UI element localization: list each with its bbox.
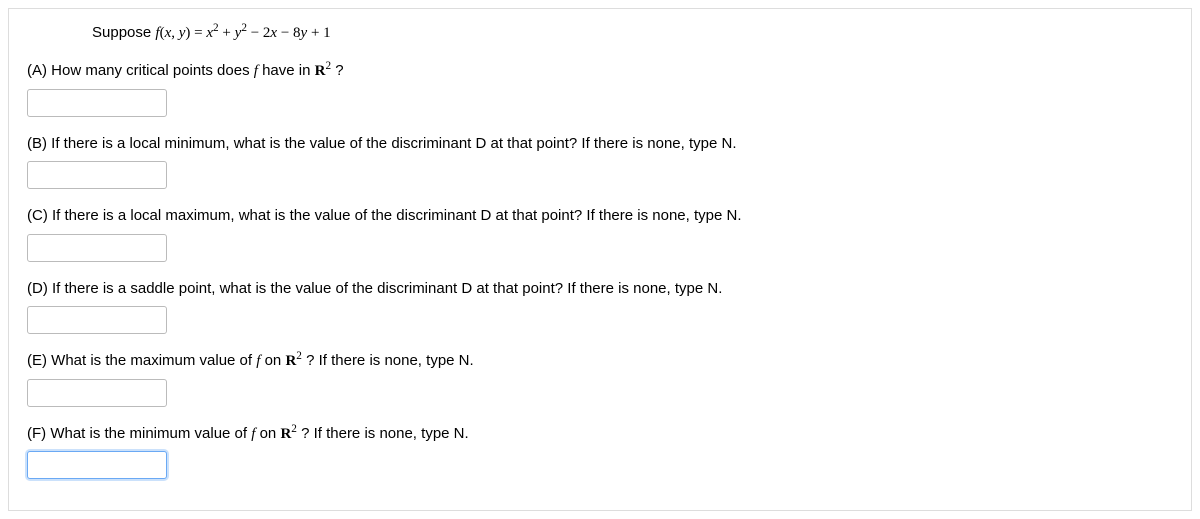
q-e-label: (E) What is the maximum value of [27,352,256,369]
q-e-end: ? If there is none, type N. [302,352,474,369]
question-b-text: (B) If there is a local minimum, what is… [27,133,1173,156]
question-a-text: (A) How many critical points does f have… [27,60,1173,83]
q-a-mid: have in [258,62,315,79]
plus1: + [219,25,235,41]
answer-input-e[interactable] [27,379,167,407]
answer-input-c[interactable] [27,234,167,262]
minus2: − 8 [277,25,300,41]
question-e: (E) What is the maximum value of f on R2… [27,350,1173,407]
q-e-R: R [285,353,296,369]
q-f-end: ? If there is none, type N. [297,425,469,442]
answer-input-a[interactable] [27,89,167,117]
plus2: + 1 [307,25,330,41]
answer-input-f[interactable] [27,451,167,479]
question-c: (C) If there is a local maximum, what is… [27,205,1173,262]
q-e-mid: on [260,352,285,369]
paren-close-eq: ) = [185,25,206,41]
problem-container: Suppose f(x, y) = x2 + y2 − 2x − 8y + 1 … [8,8,1192,511]
q-a-label: (A) How many critical points does [27,62,254,79]
question-f-text: (F) What is the minimum value of f on R2… [27,423,1173,446]
comma: , [171,25,179,41]
question-e-text: (E) What is the maximum value of f on R2… [27,350,1173,373]
question-f: (F) What is the minimum value of f on R2… [27,423,1173,480]
question-b: (B) If there is a local minimum, what is… [27,133,1173,190]
q-f-label: (F) What is the minimum value of [27,425,251,442]
question-d: (D) If there is a saddle point, what is … [27,278,1173,335]
q-a-R: R [315,63,326,79]
minus1: − 2 [247,25,270,41]
q-a-end: ? [331,62,344,79]
intro-prefix: Suppose [92,24,155,41]
answer-input-b[interactable] [27,161,167,189]
question-a: (A) How many critical points does f have… [27,60,1173,117]
question-c-text: (C) If there is a local maximum, what is… [27,205,1173,228]
answer-input-d[interactable] [27,306,167,334]
question-d-text: (D) If there is a saddle point, what is … [27,278,1173,301]
q-f-mid: on [255,425,280,442]
problem-statement: Suppose f(x, y) = x2 + y2 − 2x − 8y + 1 [92,24,1173,42]
q-f-R: R [280,426,291,442]
